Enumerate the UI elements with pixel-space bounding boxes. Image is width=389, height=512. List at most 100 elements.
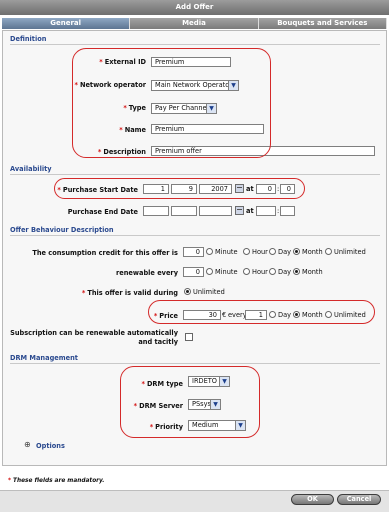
drm-type-value: IRDETO [192,377,217,385]
radio-label-price-unlimited: Unlimited [334,311,366,319]
radio-month[interactable] [293,268,300,275]
required-marker: * [99,58,103,66]
price-every-field[interactable]: 1 [245,310,267,320]
radio-label-price-month: Month [302,311,323,319]
end-minute-field[interactable] [280,206,295,216]
start-year-field[interactable]: 2007 [199,184,232,194]
section-title-behaviour: Offer Behaviour Description [10,226,114,234]
renewable-auto-label-line2: and tacitly [138,338,178,346]
cancel-button[interactable]: Cancel [337,494,381,505]
required-marker: * [153,312,158,320]
at-label: at [246,185,254,193]
description-label-text: Description [103,148,146,156]
section-title-availability: Availability [10,165,52,173]
type-select[interactable]: Pay Per Channel ▼ [151,103,217,114]
end-hour-field[interactable] [256,206,276,216]
drm-server-select[interactable]: PSsys ▼ [188,399,221,410]
required-marker: * [123,104,127,112]
chevron-down-icon: ▼ [228,81,238,90]
end-day-field[interactable] [143,206,169,216]
description-field[interactable]: Premium offer [151,146,375,156]
price-label: * Price [154,312,178,320]
every-label: every [228,311,247,319]
radio-unlimited[interactable] [325,248,332,255]
ok-button[interactable]: OK [291,494,334,505]
section-title-definition: Definition [10,35,47,43]
divider [10,235,380,236]
drm-type-select[interactable]: IRDETO ▼ [188,376,230,387]
calendar-icon[interactable] [235,184,244,193]
name-field[interactable]: Premium [151,124,264,134]
radio-price-unlimited[interactable] [325,311,332,318]
mandatory-note-text: These fields are mandatory. [13,478,105,484]
type-label-text: Type [128,104,146,112]
start-month-field[interactable]: 9 [171,184,197,194]
required-marker: * [81,289,86,297]
external-id-label-text: External ID [104,58,146,66]
end-month-field[interactable] [171,206,197,216]
price-field[interactable]: 30 [183,310,221,320]
consumption-field[interactable]: 0 [183,247,204,257]
end-year-field[interactable] [199,206,232,216]
priority-value: Medium [192,421,219,429]
network-operator-label: * Network operator [74,81,146,89]
valid-during-label-text: This offer is valid during [87,289,178,297]
required-marker: * [119,126,123,134]
radio-label-hour: Hour [252,268,268,276]
tab-bouquets-services[interactable]: Bouquets and Services [258,18,387,29]
options-toggle[interactable]: Options [36,442,65,450]
name-label-text: Name [124,126,146,134]
drm-server-label: * DRM Server [134,402,183,410]
renewable-label: renewable every [116,269,178,277]
required-marker: * [97,148,102,156]
purchase-start-label-text: Purchase Start Date [62,186,138,194]
priority-label: * Priority [150,423,183,431]
calendar-icon[interactable] [235,206,244,215]
time-separator: : [277,207,280,215]
external-id-field[interactable]: Premium [151,57,231,67]
type-label: * Type [123,104,146,112]
priority-select[interactable]: Medium ▼ [188,420,246,431]
start-day-field[interactable]: 1 [143,184,169,194]
currency-icon: € [222,311,227,319]
required-marker: * [8,478,12,484]
price-label-text: Price [159,312,178,320]
valid-during-label: * This offer is valid during [82,289,178,297]
radio-price-day[interactable] [269,311,276,318]
radio-label-day: Day [278,268,292,276]
divider [10,174,380,175]
expand-icon[interactable]: ⊕ [24,441,32,449]
network-operator-label-text: Network operator [79,81,146,89]
radio-day[interactable] [269,268,276,275]
purchase-end-label: Purchase End Date [67,208,138,216]
drm-type-label-text: DRM type [146,380,183,388]
renewable-auto-checkbox[interactable] [185,333,193,341]
start-minute-field[interactable]: 0 [280,184,295,194]
radio-price-month[interactable] [293,311,300,318]
radio-hour[interactable] [243,268,250,275]
radio-day[interactable] [269,248,276,255]
drm-server-label-text: DRM Server [139,402,183,410]
required-marker: * [133,402,138,410]
required-marker: * [149,423,154,431]
divider [10,44,380,45]
radio-minute[interactable] [206,248,213,255]
radio-minute[interactable] [206,268,213,275]
name-label: * Name [119,126,146,134]
chevron-down-icon: ▼ [210,400,220,409]
radio-hour[interactable] [243,248,250,255]
tab-media[interactable]: Media [130,18,259,29]
type-value: Pay Per Channel [155,104,209,112]
section-title-drm: DRM Management [10,354,78,362]
tab-general[interactable]: General [2,18,131,29]
divider [10,363,380,364]
renewable-field[interactable]: 0 [183,267,204,277]
network-operator-select[interactable]: Main Network Operator ▼ [151,80,239,91]
required-marker: * [74,81,78,89]
radio-valid-unlimited[interactable] [184,288,191,295]
radio-month[interactable] [293,248,300,255]
radio-label-price-day: Day [278,311,292,319]
start-hour-field[interactable]: 0 [256,184,276,194]
tab-bar: General Media Bouquets and Services [2,18,387,29]
network-operator-value: Main Network Operator [155,81,232,89]
